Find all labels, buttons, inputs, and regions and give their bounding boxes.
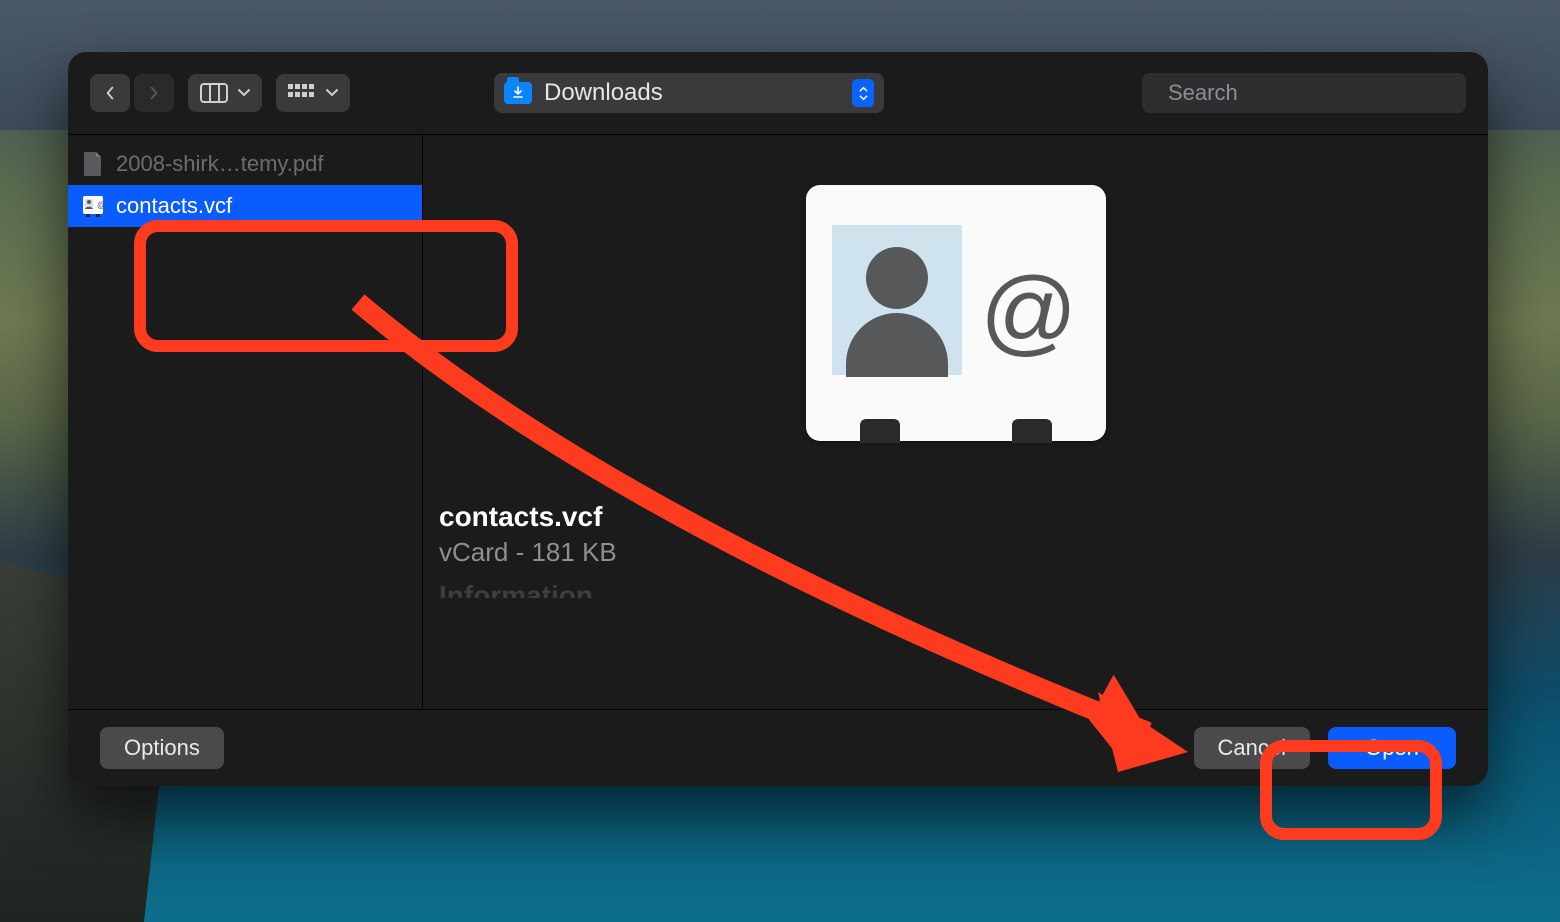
search-input[interactable]	[1166, 79, 1458, 107]
back-button[interactable]	[90, 74, 130, 112]
file-name: contacts.vcf	[116, 193, 232, 219]
chevron-right-icon	[147, 86, 161, 100]
file-row[interactable]: 2008-shirk…temy.pdf	[68, 143, 422, 185]
dialog-footer: Options Cancel Open	[68, 709, 1488, 786]
location-label: Downloads	[544, 79, 663, 107]
dialog-toolbar: Downloads	[68, 52, 1488, 135]
open-button[interactable]: Open	[1328, 727, 1456, 769]
vcard-icon: @	[82, 193, 104, 219]
search-field[interactable]	[1142, 73, 1466, 113]
nav-history-group	[90, 74, 174, 112]
cancel-button[interactable]: Cancel	[1194, 727, 1310, 769]
folder-icon	[504, 82, 532, 104]
file-list-column[interactable]: 2008-shirk…temy.pdf @ contacts.vcf	[68, 135, 423, 709]
dialog-body: 2008-shirk…temy.pdf @ contacts.vcf	[68, 135, 1488, 709]
open-file-dialog: Downloads 2008-shirk…temy.pdf	[68, 52, 1488, 786]
preview-column: @ contacts.vcf vCard - 181 KB Informatio…	[423, 135, 1488, 709]
file-name: 2008-shirk…temy.pdf	[116, 151, 323, 177]
preview-info-heading: Information	[439, 580, 1504, 598]
svg-text:@: @	[97, 200, 104, 210]
grid-group-icon	[288, 84, 316, 102]
columns-icon	[200, 83, 228, 103]
options-button[interactable]: Options	[100, 727, 224, 769]
location-popup[interactable]: Downloads	[494, 73, 884, 113]
chevron-down-icon	[326, 88, 338, 98]
file-preview-thumbnail: @	[806, 185, 1106, 441]
preview-kind-size: vCard - 181 KB	[439, 537, 1504, 568]
file-row[interactable]: @ contacts.vcf	[68, 185, 422, 227]
forward-button[interactable]	[134, 74, 174, 112]
chevron-left-icon	[103, 86, 117, 100]
chevron-down-icon	[238, 88, 250, 98]
view-mode-columns[interactable]	[188, 74, 262, 112]
group-sort-button[interactable]	[276, 74, 350, 112]
preview-filename: contacts.vcf	[439, 501, 1504, 533]
document-icon	[82, 151, 104, 177]
updown-arrows-icon	[852, 79, 874, 107]
